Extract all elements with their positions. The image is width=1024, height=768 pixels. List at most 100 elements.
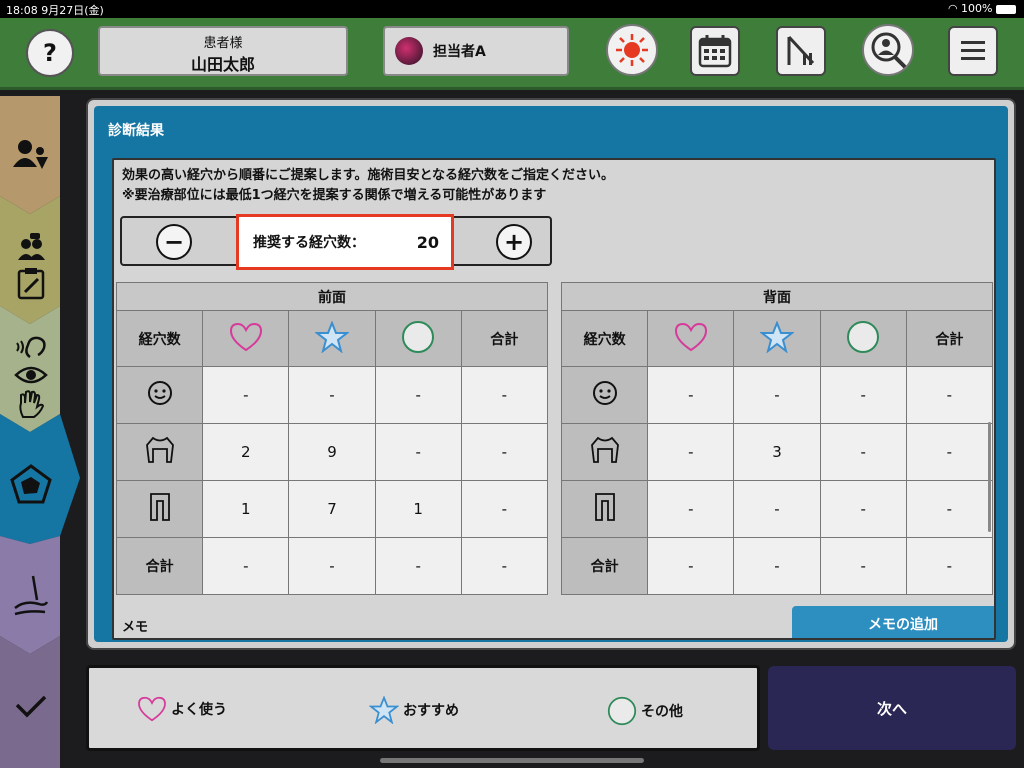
- row-lower-body: [115, 480, 204, 538]
- checkmark-icon: [15, 695, 47, 718]
- radar-pentagon-icon: [10, 464, 52, 504]
- table-cell: -: [202, 537, 290, 595]
- table-cell: 9: [288, 423, 376, 481]
- patient-box[interactable]: 患者様 山田太郎: [98, 26, 348, 76]
- tab-interview[interactable]: [0, 216, 62, 316]
- header-heart: [202, 310, 290, 367]
- tab-consultation[interactable]: [0, 126, 62, 186]
- header-heart: [647, 310, 735, 367]
- table-cell: -: [202, 366, 290, 424]
- legend-other-label: その他: [641, 704, 683, 720]
- star-icon: [369, 696, 399, 724]
- user-search-icon: [871, 32, 907, 69]
- table-cell: 7: [288, 480, 376, 538]
- memo-label: メモ: [122, 620, 149, 635]
- table-cell: 2: [202, 423, 290, 481]
- legs-icon: [594, 493, 615, 521]
- status-time: 18:08 9月27日(金): [6, 4, 104, 17]
- header-circle: [819, 310, 907, 367]
- help-icon: ?: [43, 39, 57, 67]
- play-pause-icon: [787, 35, 815, 65]
- table-cell: -: [733, 480, 821, 538]
- instructions: 効果の高い経穴から順番にご提案します。施術目安となる経穴数をご指定ください。 ※…: [122, 166, 614, 206]
- torso-icon: [590, 436, 619, 463]
- tab-treatment[interactable]: [0, 566, 62, 626]
- table-cell: -: [905, 366, 994, 424]
- table-cell: -: [288, 537, 376, 595]
- row-upper-body: [560, 423, 649, 481]
- decrease-button[interactable]: −: [156, 224, 192, 260]
- table-cell: -: [374, 537, 462, 595]
- table-cell: 3: [733, 423, 821, 481]
- row-face: [560, 366, 649, 424]
- calendar-button[interactable]: [690, 26, 740, 76]
- star-icon: [759, 319, 795, 354]
- table-cell: -: [819, 366, 907, 424]
- header-total: 合計: [905, 310, 994, 367]
- recommended-count-value: 20: [416, 232, 439, 252]
- table-cell: -: [905, 480, 994, 538]
- table-cell: -: [288, 366, 376, 424]
- circle-icon: [607, 696, 637, 726]
- table-cell: -: [460, 480, 549, 538]
- add-memo-button[interactable]: メモの追加: [792, 606, 994, 638]
- calendar-icon: [698, 35, 732, 68]
- header-star: [733, 310, 821, 367]
- legend-frequent: よく使う: [137, 696, 227, 722]
- tab-diagnosis[interactable]: [0, 444, 62, 524]
- table-cell: -: [647, 366, 735, 424]
- back-table: 背面 経穴数 合計 - - - - - 3 - - - - - - 合計 - -…: [560, 282, 994, 595]
- legend-other: その他: [607, 696, 683, 726]
- row-total: 合計: [560, 537, 649, 595]
- row-total: 合計: [115, 537, 204, 595]
- clipboard-icon: [17, 268, 45, 300]
- alert-button[interactable]: [606, 24, 658, 76]
- diagnosis-panel: 診断結果 効果の高い経穴から順番にご提案します。施術目安となる経穴数をご指定くだ…: [86, 98, 1016, 650]
- table-cell: -: [647, 537, 735, 595]
- heart-icon: [138, 696, 166, 722]
- acupuncture-needle-icon: [14, 575, 49, 616]
- ear-icon: [16, 336, 46, 359]
- header-circle: [374, 310, 462, 367]
- table-cell: -: [819, 423, 907, 481]
- table-cell: -: [647, 423, 735, 481]
- staff-box[interactable]: 担当者A: [383, 26, 569, 76]
- group-chat-icon: [18, 233, 45, 260]
- table-cell: -: [733, 366, 821, 424]
- acupoint-count-stepper: − 推奨する経穴数： 20 +: [120, 214, 552, 270]
- header-acupoint-count: 経穴数: [560, 310, 649, 367]
- front-table: 前面 経穴数 合計 - - - - 2 9 - - 1 7 1 - 合計 - -…: [115, 282, 549, 595]
- instruction-line-2: ※要治療部位には最低1つ経穴を提案する関係で増える可能性があります: [122, 188, 547, 203]
- side-tabs-background: [0, 96, 80, 768]
- home-indicator: [380, 758, 644, 763]
- legend-recommended: おすすめ: [369, 696, 459, 724]
- menu-button[interactable]: [948, 26, 998, 76]
- face-icon: [592, 381, 617, 405]
- tab-complete[interactable]: [0, 676, 62, 736]
- patient-search-button[interactable]: [862, 24, 914, 76]
- legend-frequent-label: よく使う: [171, 702, 227, 718]
- legend-bar: よく使う おすすめ その他: [86, 665, 760, 751]
- tab-senses[interactable]: [0, 326, 62, 426]
- play-pause-button[interactable]: [776, 26, 826, 76]
- row-lower-body: [560, 480, 649, 538]
- help-button[interactable]: ?: [26, 29, 74, 77]
- wifi-icon: ◠: [947, 2, 962, 15]
- torso-icon: [145, 436, 174, 463]
- hand-icon: [19, 390, 45, 418]
- table-cell: -: [733, 537, 821, 595]
- table-cell: -: [460, 423, 549, 481]
- instruction-line-1: 効果の高い経穴から順番にご提案します。施術目安となる経穴数をご指定ください。: [122, 168, 615, 183]
- patient-label: 患者様: [203, 36, 243, 51]
- plus-icon: +: [503, 228, 525, 256]
- star-icon: [314, 319, 350, 354]
- header-star: [288, 310, 376, 367]
- table-cell: -: [819, 480, 907, 538]
- content-scrollbar[interactable]: [988, 422, 991, 532]
- circle-icon: [402, 320, 435, 353]
- circle-icon: [847, 320, 880, 353]
- hamburger-icon: [961, 41, 985, 60]
- next-button[interactable]: 次へ: [768, 666, 1016, 750]
- increase-button[interactable]: +: [496, 224, 532, 260]
- front-table-title: 前面: [116, 282, 548, 311]
